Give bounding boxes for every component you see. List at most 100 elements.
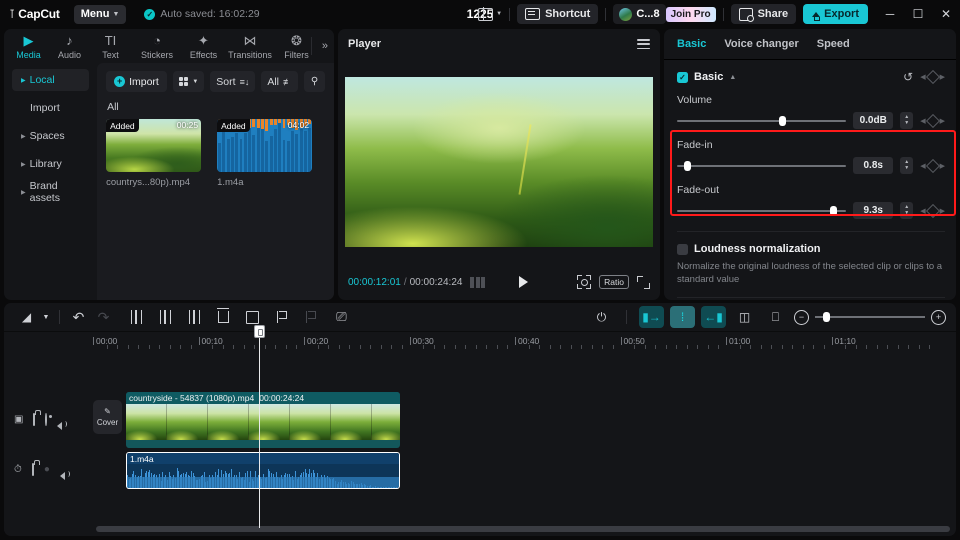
ai-crop-button[interactable] <box>240 306 265 328</box>
fit-to-timeline-button[interactable]: ⎕ <box>763 306 788 328</box>
zoom-slider[interactable] <box>815 311 925 323</box>
shortcut-button[interactable]: Shortcut <box>517 4 598 24</box>
ratio-button[interactable]: Ratio <box>599 275 629 289</box>
tab-basic[interactable]: Basic <box>677 38 706 50</box>
divider <box>677 297 945 298</box>
fade-in-slider[interactable] <box>677 160 846 172</box>
select-tool[interactable]: ◢ <box>14 306 39 328</box>
timeline-ruler[interactable]: 00:00 00:10 00:20 00:30 00:40 00:50 01:00 01:10 <box>4 331 956 354</box>
split-button[interactable] <box>124 306 149 328</box>
fade-in-value[interactable]: 0.8s <box>853 157 893 174</box>
chevron-up-icon[interactable]: ▲ <box>729 74 736 81</box>
export-button[interactable]: Export <box>803 4 868 24</box>
import-button[interactable]: + Import <box>106 71 167 92</box>
fullscreen-icon[interactable] <box>637 276 650 289</box>
hamburger-icon[interactable] <box>637 39 650 49</box>
more-tabs-icon[interactable]: » <box>322 40 328 52</box>
media-panel: ▶ Media ♪ Audio TI Text ◔ Stickers ✦ Effects ⋈ Tran… <box>4 29 334 300</box>
keyframe-diamond-icon[interactable] <box>926 203 940 217</box>
divider <box>723 8 724 21</box>
zoom-in-icon[interactable]: + <box>931 310 946 325</box>
fade-out-stepper[interactable]: ▲ ▼ <box>900 202 913 219</box>
media-item[interactable]: Added 00:25 countrys...80p).mp4 <box>106 119 201 188</box>
layout-button[interactable]: ▼ <box>478 8 502 21</box>
crop-icon[interactable] <box>577 275 591 289</box>
sidebar-item-spaces[interactable]: ▶ Spaces <box>12 125 89 147</box>
check-circle-icon: ✓ <box>144 9 155 20</box>
menu-button[interactable]: Menu ▼ <box>74 5 127 24</box>
grid-view-button[interactable]: ▼ <box>173 71 204 92</box>
close-button[interactable]: ✕ <box>932 0 960 28</box>
lock-icon[interactable] <box>32 464 34 475</box>
fade-in-keyframe-control[interactable]: ◀ ▶ <box>920 161 945 171</box>
tab-effects[interactable]: ✦ Effects <box>183 29 224 63</box>
timeline-horizontal-scrollbar[interactable] <box>96 526 950 532</box>
keyframe-control[interactable]: ◀ ▶ <box>920 72 945 82</box>
volume-value[interactable]: 0.0dB <box>853 112 893 129</box>
blank-icon[interactable]: ● <box>44 464 50 475</box>
align-center-button[interactable]: ⁞ <box>670 306 695 328</box>
chevron-right-icon[interactable]: ▶ <box>940 73 945 81</box>
record-voiceover-button[interactable]: ⏻ <box>589 306 614 328</box>
tab-media[interactable]: ▶ Media <box>8 29 49 63</box>
trim-left-button[interactable] <box>153 306 178 328</box>
video-clip[interactable]: countryside - 54837 (1080p).mp4 00:00:24… <box>126 392 400 448</box>
speed-icon[interactable]: ⏱ <box>14 464 22 475</box>
keyframe-icon[interactable]: ▣ <box>14 414 23 425</box>
align-right-button[interactable]: ←▮ <box>701 306 726 328</box>
delete-marker-button[interactable] <box>298 306 323 328</box>
cover-button[interactable]: ✎ Cover <box>93 400 122 434</box>
sort-button[interactable]: Sort ≡↓ <box>210 71 255 92</box>
volume-stepper[interactable]: ▲ ▼ <box>900 112 913 129</box>
trim-right-button[interactable] <box>182 306 207 328</box>
tab-speed[interactable]: Speed <box>817 38 850 50</box>
audio-clip[interactable]: 1.m4a <box>126 452 400 489</box>
volume-keyframe-control[interactable]: ◀ ▶ <box>920 116 945 126</box>
account-button[interactable]: C...8 <box>613 4 665 24</box>
auto-caption-button[interactable]: ⎚ <box>329 306 354 328</box>
zoom-out-icon[interactable]: − <box>794 310 809 325</box>
keyframe-diamond-icon[interactable] <box>926 113 940 127</box>
basic-section-checkbox[interactable]: ✓ <box>677 72 688 83</box>
share-button[interactable]: Share <box>731 4 797 24</box>
search-button[interactable]: ⚲ <box>304 71 325 92</box>
play-icon[interactable] <box>519 276 528 288</box>
waveform-body <box>127 477 399 488</box>
tab-text[interactable]: TI Text <box>90 29 131 63</box>
sidebar-item-local[interactable]: ▶ Local <box>12 69 89 91</box>
minimize-button[interactable]: ─ <box>876 0 904 28</box>
tab-audio[interactable]: ♪ Audio <box>49 29 90 63</box>
tool-dropdown[interactable]: ▼ <box>39 306 53 328</box>
maximize-button[interactable]: ☐ <box>904 0 932 28</box>
sidebar-item-import[interactable]: Import <box>12 97 89 119</box>
filter-button[interactable]: All ≢ <box>261 71 298 92</box>
undo-button[interactable]: ↶ <box>66 306 91 328</box>
tab-voice-changer[interactable]: Voice changer <box>724 38 798 50</box>
volume-row: 0.0dB ▲ ▼ ◀ ▶ <box>677 112 945 129</box>
eye-icon[interactable] <box>45 414 47 425</box>
tab-stickers[interactable]: ◔ Stickers <box>131 29 183 63</box>
fade-out-value[interactable]: 9.3s <box>853 202 893 219</box>
join-pro-button[interactable]: Join Pro <box>666 7 716 22</box>
mirror-button[interactable]: ◫ <box>732 306 757 328</box>
loudness-checkbox[interactable] <box>677 244 688 255</box>
tab-transitions[interactable]: ⋈ Transitions <box>224 29 276 63</box>
media-item-name: 1.m4a <box>217 177 312 188</box>
align-left-button[interactable]: ▮→ <box>639 306 664 328</box>
keyframe-diamond-icon[interactable] <box>926 70 940 84</box>
chevron-left-icon[interactable]: ◀ <box>920 73 925 81</box>
fade-out-keyframe-control[interactable]: ◀ ▶ <box>920 206 945 216</box>
delete-button[interactable] <box>211 306 236 328</box>
keyframe-diamond-icon[interactable] <box>926 158 940 172</box>
lock-icon[interactable] <box>33 414 35 425</box>
fade-out-slider[interactable] <box>677 205 846 217</box>
marker-button[interactable] <box>269 306 294 328</box>
volume-slider[interactable] <box>677 115 846 127</box>
reset-icon[interactable]: ↻ <box>903 70 913 84</box>
media-item[interactable]: Added 04:02 1.m4a <box>217 119 312 188</box>
redo-button[interactable]: ↷ <box>91 306 116 328</box>
fade-in-stepper[interactable]: ▲ ▼ <box>900 157 913 174</box>
sidebar-item-library[interactable]: ▶ Library <box>12 153 89 175</box>
frame-view-icon[interactable] <box>470 277 485 288</box>
sidebar-item-brand-assets[interactable]: ▶ Brand assets <box>12 181 89 203</box>
